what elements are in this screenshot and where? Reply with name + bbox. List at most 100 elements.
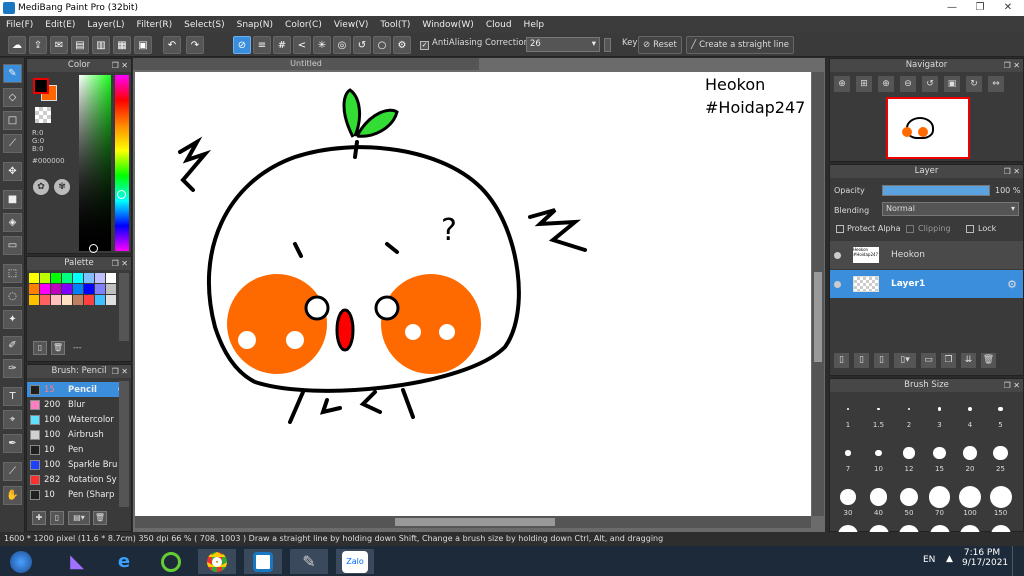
palette-swatch[interactable] — [106, 273, 116, 283]
palette-swatch[interactable] — [29, 284, 39, 294]
correction-select[interactable]: 26 ▾ — [526, 37, 600, 52]
snap-circle-icon[interactable]: ◎ — [333, 36, 351, 54]
palette-swatch[interactable] — [84, 284, 94, 294]
snap-parallel-icon[interactable]: ≡ — [253, 36, 271, 54]
layer-row-heokon[interactable]: Heokon #Hoidap247 Heokon — [830, 241, 1023, 269]
move-tool-icon[interactable]: ✥ — [3, 162, 22, 181]
hue-slider[interactable] — [115, 75, 129, 251]
menu-snap[interactable]: Snap(N) — [231, 20, 279, 30]
visual-studio-icon[interactable]: ◣ — [58, 549, 96, 574]
clock[interactable]: 7:16 PM 9/17/2021 — [962, 548, 1008, 568]
reset-button[interactable]: ⊘ Reset — [638, 36, 682, 54]
palette-swatch[interactable] — [29, 273, 39, 283]
straight-line-button[interactable]: ╱ Create a straight line — [686, 36, 794, 54]
menu-edit[interactable]: Edit(E) — [39, 20, 81, 30]
color-wheel-icon[interactable]: ✿ — [33, 179, 49, 195]
brush-item-pen[interactable]: 10 Pen — [27, 442, 127, 457]
palette-swatch[interactable] — [40, 295, 50, 305]
menu-cloud[interactable]: Cloud — [480, 20, 518, 30]
magic-wand-tool-icon[interactable]: ✦ — [3, 310, 22, 329]
internet-explorer-icon[interactable]: e — [105, 549, 143, 574]
delete-palette-icon[interactable]: 🗑 — [51, 341, 65, 355]
menu-help[interactable]: Help — [518, 20, 551, 30]
brush-item-pencil[interactable]: 15Pencil⚙ — [27, 382, 127, 397]
palette-swatch[interactable] — [40, 273, 50, 283]
palette-menu[interactable]: --- — [73, 343, 82, 352]
fit-screen-icon[interactable]: ▣ — [944, 76, 960, 92]
fill-rect-tool-icon[interactable]: ■ — [3, 190, 22, 209]
brush-item-airbrush[interactable]: 100 Airbrush — [27, 427, 127, 442]
lock-checkbox[interactable] — [966, 225, 974, 233]
eyedropper-tool-icon[interactable]: ✒ — [3, 434, 22, 453]
palette-swatch[interactable] — [73, 295, 83, 305]
text-tool-icon[interactable]: T — [3, 387, 22, 406]
menu-file[interactable]: File(F) — [0, 20, 39, 30]
select-tool-icon[interactable]: ⬚ — [3, 264, 22, 283]
drawing-canvas[interactable]: ? Heokon #Hoidap247 — [135, 72, 811, 516]
lasso-tool-icon[interactable]: ◌ — [3, 287, 22, 306]
undo-icon[interactable]: ↶ — [163, 36, 181, 54]
comment-icon[interactable]: ✉ — [50, 36, 68, 54]
start-icon[interactable] — [2, 549, 40, 574]
palette-swatch[interactable] — [62, 284, 72, 294]
antialiasing-checkbox[interactable]: ✓ — [420, 41, 429, 50]
new-layer-icon[interactable]: ▯ — [834, 353, 849, 368]
palette-swatch[interactable] — [84, 295, 94, 305]
delete-layer-icon[interactable]: 🗑 — [981, 353, 996, 368]
panel-close-icon[interactable]: ❐ ✕ — [1004, 165, 1020, 178]
minimize-button[interactable]: — — [938, 0, 966, 14]
brush-item-rotation[interactable]: 282 Rotation Sy — [27, 472, 127, 487]
menu-view[interactable]: View(V) — [328, 20, 375, 30]
paint-app-icon[interactable] — [244, 549, 282, 574]
palette-swatch[interactable] — [51, 273, 61, 283]
clipping-checkbox[interactable] — [906, 225, 914, 233]
cloud-icon[interactable]: ☁ — [8, 36, 26, 54]
brush-item-watercolor[interactable]: 100 Watercolor — [27, 412, 127, 427]
palette-swatch[interactable] — [95, 295, 105, 305]
palette-swatch[interactable] — [106, 295, 116, 305]
palette-swatch[interactable] — [73, 284, 83, 294]
blending-select[interactable]: Normal ▾ — [882, 202, 1019, 216]
palette-swatch[interactable] — [73, 273, 83, 283]
panel-close-icon[interactable]: ❐ ✕ — [1004, 379, 1020, 392]
color-history-icon[interactable]: ✾ — [54, 179, 70, 195]
snap-vanish-icon[interactable]: < — [293, 36, 311, 54]
rotate-right-icon[interactable]: ↻ — [966, 76, 982, 92]
saturation-value-picker[interactable] — [79, 75, 111, 253]
divide-tool-icon[interactable]: ⟋ — [3, 462, 22, 481]
chrome-icon[interactable] — [198, 549, 236, 574]
panel-close-icon[interactable]: ❐ ✕ — [1004, 59, 1020, 72]
app-icon-green[interactable] — [152, 549, 190, 574]
brush-tool-icon[interactable]: ✎ — [3, 64, 22, 83]
palette-swatch[interactable] — [84, 273, 94, 283]
palette-swatch[interactable] — [29, 295, 39, 305]
palette-scrollbar[interactable] — [119, 273, 129, 341]
upload-icon[interactable]: ⇪ — [29, 36, 47, 54]
snap-off-icon[interactable]: ⊘ — [233, 36, 251, 54]
opacity-slider[interactable] — [882, 185, 990, 196]
snap-grid-icon[interactable]: # — [273, 36, 291, 54]
eye-icon[interactable] — [834, 280, 841, 288]
brush-item-sparkle[interactable]: 100 Sparkle Bru — [27, 457, 127, 472]
redo-icon[interactable]: ↷ — [186, 36, 204, 54]
rotate-left-icon[interactable]: ↺ — [922, 76, 938, 92]
flip-icon[interactable]: ⇔ — [988, 76, 1004, 92]
palette-swatch[interactable] — [51, 295, 61, 305]
add-palette-icon[interactable]: ▯ — [33, 341, 47, 355]
brush-scrollbar[interactable] — [119, 381, 129, 507]
save-icon[interactable]: ▥ — [92, 36, 110, 54]
file-icon[interactable]: ▤ — [71, 36, 89, 54]
palette-swatch[interactable] — [40, 284, 50, 294]
brush-item-pen-sharp[interactable]: 10 Pen (Sharp — [27, 487, 127, 502]
transparent-swatch[interactable] — [35, 107, 51, 123]
zoom-out-icon[interactable]: ⊖ — [900, 76, 916, 92]
zoom-icon[interactable]: ⊕ — [878, 76, 894, 92]
new-brush-icon[interactable]: ▯ — [50, 511, 64, 525]
show-desktop-button[interactable] — [1012, 546, 1024, 576]
folder-icon[interactable]: ▭ — [921, 353, 936, 368]
close-button[interactable]: ✕ — [994, 0, 1022, 14]
merge-layer-icon[interactable]: ⇊ — [961, 353, 976, 368]
dot-tool-icon[interactable]: □ — [3, 111, 22, 130]
operation-tool-icon[interactable]: ⌖ — [3, 410, 22, 429]
duplicate-layer-icon[interactable]: ❐ — [941, 353, 956, 368]
